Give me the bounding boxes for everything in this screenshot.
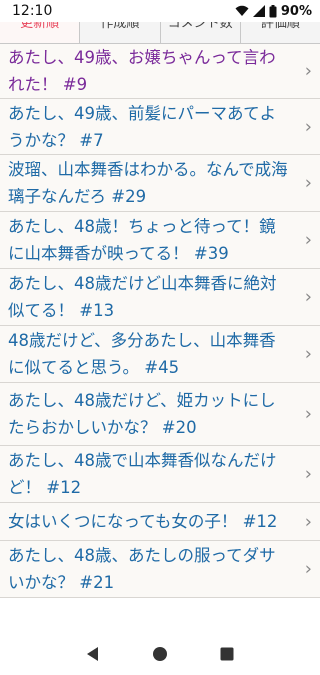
home-circle-icon	[152, 646, 167, 661]
chevron-right-icon: ›	[304, 511, 312, 532]
topic-list: あたし、49歳、お嬢ちゃんって言われた！ #9 › あたし、49歳、前髪にパーマ…	[0, 44, 320, 598]
tab-label: 更新順	[20, 22, 60, 31]
tab-updated[interactable]: 更新順	[0, 22, 81, 44]
sort-tabs: 更新順 作成順 コメント数 評価順	[0, 22, 320, 44]
list-item[interactable]: 波瑠、山本舞香はわかる。なんで成海璃子なんだろ #29 ›	[0, 155, 320, 212]
back-triangle-icon	[87, 646, 99, 661]
back-button[interactable]	[82, 643, 104, 665]
chevron-right-icon: ›	[304, 116, 312, 137]
recents-square-icon	[220, 647, 234, 660]
list-item[interactable]: 48歳だけど、多分あたし、山本舞香に似てると思う。 #45 ›	[0, 326, 320, 383]
battery-percent: 90%	[280, 3, 312, 19]
home-button[interactable]	[149, 643, 171, 665]
tab-rating[interactable]: 評価順	[240, 22, 320, 44]
list-item-title: あたし、48歳だけど山本舞香に絶対似てる！ #13	[8, 274, 277, 320]
signal-icon	[252, 5, 265, 17]
battery-icon	[269, 4, 277, 17]
list-item[interactable]: 女はいくつになっても女の子！ #12 ›	[0, 503, 320, 541]
wifi-icon	[235, 5, 249, 16]
status-icons: 90%	[235, 4, 312, 19]
chevron-right-icon: ›	[304, 172, 312, 194]
list-item-title: あたし、48歳、あたしの服ってダサいかな？ #21	[8, 546, 276, 592]
tab-label: 作成順	[100, 22, 140, 31]
status-bar: 12:10 90%	[0, 0, 320, 22]
list-item-title: 波瑠、山本舞香はわかる。なんで成海璃子なんだろ #29	[8, 160, 288, 206]
recents-button[interactable]	[216, 643, 238, 665]
list-item-title: 女はいくつになっても女の子！ #12	[8, 512, 278, 531]
chevron-right-icon: ›	[304, 558, 312, 580]
list-item[interactable]: あたし、49歳、前髪にパーマあてようかな？ #7 ›	[0, 99, 320, 155]
list-item[interactable]: あたし、48歳、あたしの服ってダサいかな？ #21 ›	[0, 541, 320, 598]
tab-label: コメント数	[167, 22, 233, 31]
chevron-right-icon: ›	[304, 343, 312, 365]
chevron-right-icon: ›	[304, 229, 312, 251]
list-item[interactable]: あたし、49歳、お嬢ちゃんって言われた！ #9 ›	[0, 44, 320, 99]
tab-comments[interactable]: コメント数	[160, 22, 241, 44]
tab-created[interactable]: 作成順	[80, 22, 161, 44]
list-item[interactable]: あたし、48歳！ちょっと待って！鏡に山本舞香が映ってる！ #39 ›	[0, 212, 320, 269]
chevron-right-icon: ›	[304, 403, 312, 425]
list-item-title: あたし、48歳！ちょっと待って！鏡に山本舞香が映ってる！ #39	[8, 217, 276, 263]
status-time: 12:10	[12, 3, 53, 19]
list-item-title: 48歳だけど、多分あたし、山本舞香に似てると思う。 #45	[8, 331, 276, 377]
system-nav-bar	[0, 632, 320, 675]
list-item-title: あたし、49歳、お嬢ちゃんって言われた！ #9	[8, 48, 276, 94]
list-item[interactable]: あたし、48歳だけど山本舞香に絶対似てる！ #13 ›	[0, 269, 320, 326]
chevron-right-icon: ›	[304, 286, 312, 308]
list-item-title: あたし、49歳、前髪にパーマあてようかな？ #7	[8, 103, 277, 150]
chevron-right-icon: ›	[304, 60, 312, 82]
chevron-right-icon: ›	[304, 463, 312, 485]
list-item-title: あたし、48歳だけど、姫カットにしたらおかしいかな？ #20	[8, 391, 276, 437]
list-item-title: あたし、48歳で山本舞香似なんだけど！ #12	[8, 451, 277, 497]
list-item[interactable]: あたし、48歳だけど、姫カットにしたらおかしいかな？ #20 ›	[0, 383, 320, 446]
tab-label: 評価順	[260, 22, 300, 31]
list-item[interactable]: あたし、48歳で山本舞香似なんだけど！ #12 ›	[0, 446, 320, 503]
